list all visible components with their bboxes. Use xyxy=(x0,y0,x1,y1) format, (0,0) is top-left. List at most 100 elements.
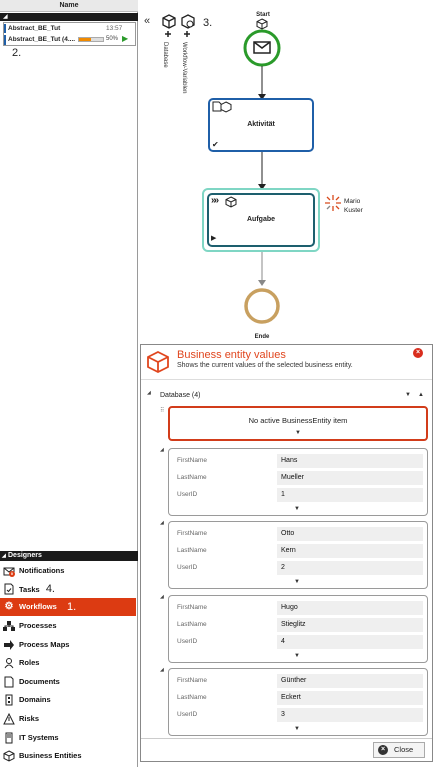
chevron-down-icon[interactable]: ▼ xyxy=(294,726,300,732)
instances-group-bar[interactable]: ◢ xyxy=(0,13,138,21)
dialog-close-icon[interactable]: × xyxy=(413,348,423,358)
no-active-message: No active BusinessEntity item xyxy=(248,416,348,425)
dialog-subtitle: Shows the current values of the selected… xyxy=(177,362,353,369)
nav-item-processes[interactable]: Processes xyxy=(0,617,136,635)
play-icon: ▶ xyxy=(211,235,217,242)
collapse-triangle-icon: ◢ xyxy=(2,553,6,559)
record-collapse-icon[interactable]: ◢ xyxy=(160,667,164,673)
database-entity-icon[interactable] xyxy=(161,14,177,40)
toolbar-label-workflow-variables: Workflow-Variablen xyxy=(181,42,187,94)
selection-marker xyxy=(4,24,6,33)
instance-row[interactable]: Abstract_BE_Tut (4.... xyxy=(8,36,75,43)
field-value-firstname[interactable]: Otto xyxy=(277,527,423,541)
instance-row[interactable]: Abstract_BE_Tut xyxy=(8,25,60,32)
field-value-userid[interactable]: 1 xyxy=(277,488,423,502)
workflow-instance-list[interactable]: Abstract_BE_Tut 13:57 Abstract_BE_Tut (4… xyxy=(3,22,136,46)
section-collapse-icon[interactable]: ◢ xyxy=(147,390,151,396)
record-card[interactable]: FirstName Hans LastName Mueller UserID 1 ▼ xyxy=(168,448,428,516)
domain-icon xyxy=(3,694,15,706)
field-label: UserID xyxy=(177,638,198,645)
workflow-canvas[interactable]: « 3. Database Workflow-Variablen Start A… xyxy=(139,0,433,345)
field-value-firstname[interactable]: Hans xyxy=(277,454,423,468)
check-icon: ✔ xyxy=(212,140,219,149)
field-value-firstname[interactable]: Hugo xyxy=(277,601,423,615)
record-collapse-icon[interactable]: ◢ xyxy=(160,447,164,453)
record-card[interactable]: FirstName Hugo LastName Stieglitz UserID 4 ▼ xyxy=(168,595,428,663)
assignee-last-name: Kuster xyxy=(344,207,363,214)
field-value-lastname[interactable]: Kern xyxy=(277,544,423,558)
gear-icon: ⚙ xyxy=(4,601,14,612)
task-node-highlight[interactable]: »» Aufgabe ▶ xyxy=(202,188,320,252)
assignee-icon xyxy=(325,195,341,211)
record-collapse-icon[interactable]: ◢ xyxy=(160,594,164,600)
business-entity-dialog: Business entity values Shows the current… xyxy=(140,344,433,762)
nav-item-domains[interactable]: Domains xyxy=(0,691,136,709)
annotation-1: 1. xyxy=(67,601,77,613)
connector-arrow xyxy=(258,66,266,100)
end-label: Ende xyxy=(254,334,270,340)
field-value-userid[interactable]: 2 xyxy=(277,561,423,575)
nav-label: Workflows xyxy=(19,602,57,611)
nav-label: IT Systems xyxy=(19,733,59,742)
field-label: LastName xyxy=(177,547,207,554)
workflow-variable-icon[interactable] xyxy=(180,14,196,40)
chevron-down-icon[interactable]: ▼ xyxy=(405,392,411,398)
activity-label: Aktivität xyxy=(247,121,275,128)
field-label: FirstName xyxy=(177,530,207,537)
drag-handle-icon[interactable]: ⠿ xyxy=(160,407,164,414)
dialog-footer: × Close xyxy=(141,738,432,761)
field-value-lastname[interactable]: Eckert xyxy=(277,691,423,705)
nav-item-roles[interactable]: Roles xyxy=(0,654,136,672)
fast-forward-icon: »» xyxy=(211,195,219,206)
progress-label: 50% xyxy=(106,36,119,42)
tasks-icon xyxy=(3,583,15,595)
nav-item-notifications[interactable]: 0 Notifications xyxy=(0,562,136,580)
left-panel: Name ◢ Abstract_BE_Tut 13:57 Abstract_BE… xyxy=(0,0,138,767)
collapse-chevrons-icon[interactable]: « xyxy=(144,15,150,27)
designers-header[interactable]: ◢ Designers xyxy=(0,551,138,561)
warning-icon xyxy=(3,712,15,725)
activity-node[interactable]: Aktivität ✔ xyxy=(208,98,314,152)
nav-item-workflows[interactable]: ⚙ Workflows 1. xyxy=(0,598,136,616)
nav-item-risks[interactable]: Risks xyxy=(0,710,136,728)
record-card[interactable]: FirstName Otto LastName Kern UserID 2 ▼ xyxy=(168,521,428,589)
nav-item-business-entities[interactable]: Business Entities xyxy=(0,747,136,765)
collapse-triangle-icon[interactable]: ◢ xyxy=(3,14,8,20)
record-collapse-icon[interactable]: ◢ xyxy=(160,520,164,526)
nav-label: Documents xyxy=(19,677,60,686)
instance-name: Abstract_BE_Tut (4.... xyxy=(8,36,76,43)
end-event[interactable] xyxy=(242,286,282,326)
column-header-name[interactable]: Name xyxy=(0,0,138,12)
activity-type-icon xyxy=(212,101,232,113)
chevron-up-icon[interactable]: ▲ xyxy=(418,392,424,398)
nav-label: Domains xyxy=(19,695,51,704)
close-button-label: Close xyxy=(394,745,414,754)
play-icon[interactable]: ▶ xyxy=(122,34,128,43)
nav-label: Process Maps xyxy=(19,640,70,649)
nav-item-documents[interactable]: Documents xyxy=(0,673,136,691)
close-button[interactable]: × Close xyxy=(373,742,425,758)
business-entity-icon xyxy=(3,750,15,762)
field-label: UserID xyxy=(177,711,198,718)
field-value-lastname[interactable]: Stieglitz xyxy=(277,618,423,632)
assignee-name: Mario Kuster xyxy=(344,197,363,215)
nav-item-process-maps[interactable]: Process Maps xyxy=(0,636,136,654)
task-node[interactable]: »» Aufgabe ▶ xyxy=(207,193,315,247)
nav-label: Roles xyxy=(19,658,40,667)
nav-item-it-systems[interactable]: IT Systems xyxy=(0,729,136,747)
chevron-down-icon[interactable]: ▼ xyxy=(294,579,300,585)
field-value-lastname[interactable]: Mueller xyxy=(277,471,423,485)
chevron-down-icon[interactable]: ▼ xyxy=(294,506,300,512)
no-active-item-box[interactable]: No active BusinessEntity item ▼ xyxy=(168,406,428,441)
field-value-userid[interactable]: 3 xyxy=(277,708,423,722)
chevron-down-icon[interactable]: ▼ xyxy=(295,430,301,436)
nav-item-tasks[interactable]: Tasks 4. xyxy=(0,580,136,598)
field-value-firstname[interactable]: Günther xyxy=(277,674,423,688)
record-card[interactable]: FirstName Günther LastName Eckert UserID 3 ▼ xyxy=(168,668,428,736)
business-entity-icon xyxy=(147,350,169,374)
field-value-userid[interactable]: 4 xyxy=(277,635,423,649)
annotation-2: 2. xyxy=(12,47,22,59)
designers-header-label: Designers xyxy=(8,552,42,559)
start-event[interactable] xyxy=(242,28,282,68)
chevron-down-icon[interactable]: ▼ xyxy=(294,653,300,659)
